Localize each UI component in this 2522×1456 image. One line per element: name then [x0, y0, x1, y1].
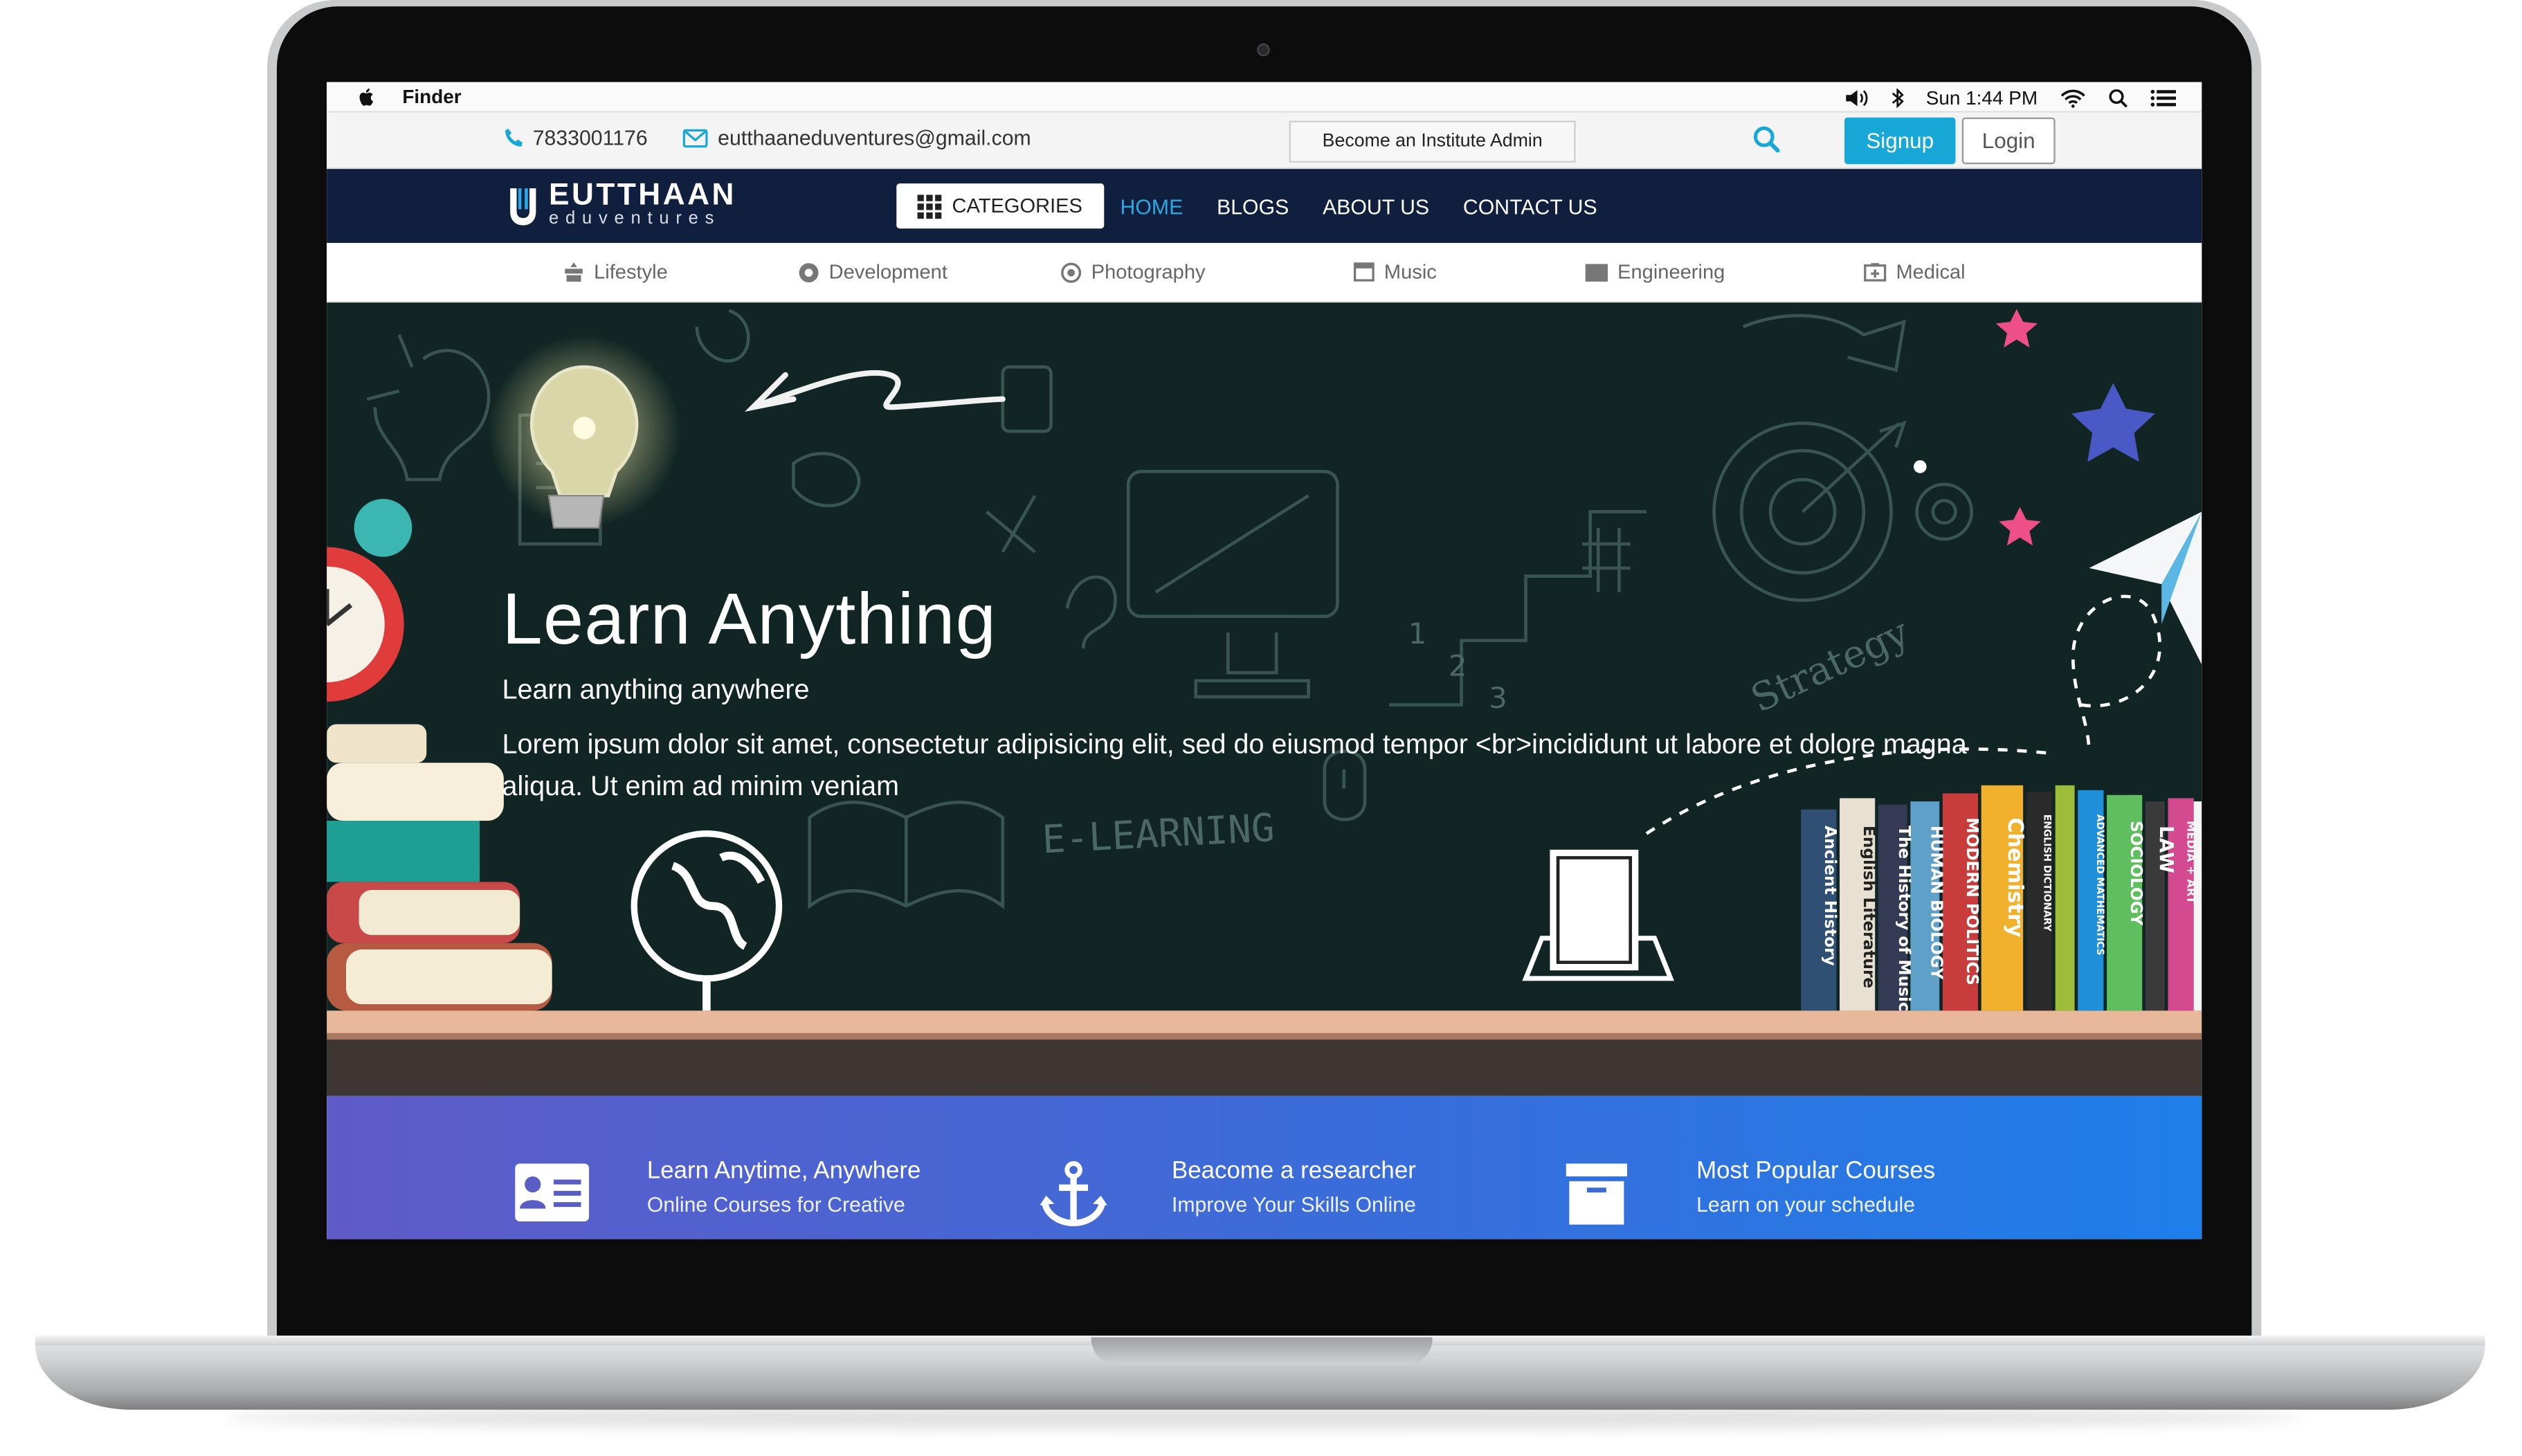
apple-icon[interactable]: [356, 86, 377, 107]
menubar-status-area: Sun 1:44 PM: [1844, 82, 2177, 113]
category-label: Music: [1384, 260, 1437, 284]
spine-advanced-mathematics: ADVANCED MATHEMATICS: [2094, 815, 2105, 956]
music-icon: [1353, 262, 1375, 282]
categories-label: CATEGORIES: [952, 194, 1082, 217]
chalk-step-1: 1: [1408, 617, 1427, 650]
hero-text-block: Learn Anything Learn anything anywhere: [502, 576, 997, 707]
feature-become-researcher: Beacome a researcher Improve Your Skills…: [1172, 1157, 1416, 1220]
logo-text: EUTTHAAN eduventures: [548, 179, 736, 229]
site-logo[interactable]: EUTTHAAN eduventures: [507, 179, 736, 229]
nav-about-us[interactable]: ABOUT US: [1323, 194, 1429, 218]
id-card-icon: [515, 1163, 590, 1222]
spine-history-of-music: The History of Music: [1895, 826, 1914, 1012]
chalk-step-2: 2: [1449, 649, 1467, 683]
laptop-notch: [1091, 1337, 1433, 1365]
laptop-shadow: [225, 1406, 2302, 1430]
category-development[interactable]: Development: [798, 260, 947, 284]
hero-description: Lorem ipsum dolor sit amet, consectetur …: [502, 729, 1967, 802]
main-navbar: EUTTHAAN eduventures CATEGORIES HOME BLO…: [327, 169, 2202, 244]
logo-mark-icon: [510, 187, 536, 225]
nav-links: HOME BLOGS ABOUT US CONTACT US: [1121, 169, 1597, 243]
spine-law: LAW: [2155, 826, 2178, 873]
spine-human-biology: HUMAN BIOLOGY: [1927, 826, 1946, 980]
development-icon: [799, 262, 819, 282]
feature-band: Learn Anytime, Anywhere Online Courses f…: [327, 1095, 2202, 1239]
nav-home[interactable]: HOME: [1121, 194, 1183, 218]
nav-blogs[interactable]: BLOGS: [1217, 194, 1289, 218]
feature-subtitle: Learn on your schedule: [1696, 1192, 1916, 1217]
phone-number: 7833001176: [532, 125, 648, 150]
spotlight-icon[interactable]: [2108, 88, 2128, 107]
medical-icon: [1864, 263, 1887, 282]
categories-button[interactable]: CATEGORIES: [896, 183, 1105, 229]
logo-name: EUTTHAAN: [548, 179, 736, 212]
nav-contact-us[interactable]: CONTACT US: [1463, 194, 1597, 218]
engineering-icon: [1585, 263, 1608, 281]
wifi-icon[interactable]: [2060, 88, 2086, 107]
become-admin-button[interactable]: Become an Institute Admin: [1289, 120, 1576, 163]
category-strip: Lifestyle Development Photography Music …: [327, 243, 2202, 303]
spine-ancient-history: Ancient History: [1821, 826, 1840, 966]
category-label: Lifestyle: [594, 260, 668, 284]
category-label: Photography: [1091, 260, 1206, 284]
feature-title: Most Popular Courses: [1696, 1157, 1936, 1185]
archive-box-icon: [1566, 1163, 1628, 1225]
category-photography[interactable]: Photography: [1061, 260, 1206, 284]
menu-list-icon[interactable]: [2150, 88, 2177, 107]
category-label: Medical: [1896, 260, 1966, 284]
search-icon[interactable]: [1752, 125, 1780, 153]
anchor-icon: [1040, 1161, 1107, 1227]
app-name[interactable]: Finder: [402, 85, 461, 108]
spine-english-dictionary: ENGLISH DICTIONARY: [2041, 815, 2052, 932]
category-engineering[interactable]: Engineering: [1585, 260, 1725, 284]
spine-modern-politics: MODERN POLITICS: [1963, 817, 1981, 985]
feature-title: Learn Anytime, Anywhere: [646, 1157, 921, 1185]
screen: Finder Sun 1:44 PM 7833001176 eutthaaned…: [327, 82, 2202, 1239]
camera-icon: [1257, 43, 1270, 57]
signup-button[interactable]: Signup: [1844, 117, 1956, 165]
lifestyle-icon: [565, 262, 583, 282]
volume-icon[interactable]: [1844, 88, 1868, 107]
phone-icon: [505, 128, 523, 147]
email-contact[interactable]: eutthaaneduventures@gmail.com: [682, 125, 1031, 149]
contact-bar: 7833001176 eutthaaneduventures@gmail.com…: [327, 112, 2202, 170]
menubar-clock[interactable]: Sun 1:44 PM: [1926, 86, 2038, 109]
bluetooth-icon[interactable]: [1891, 87, 1904, 107]
feature-subtitle: Improve Your Skills Online: [1171, 1192, 1416, 1217]
laptop-mockup: Finder Sun 1:44 PM 7833001176 eutthaaned…: [0, 0, 2522, 1456]
mail-icon: [682, 128, 708, 147]
phone-contact[interactable]: 7833001176: [504, 125, 648, 149]
category-medical[interactable]: Medical: [1864, 260, 1966, 284]
category-music[interactable]: Music: [1353, 260, 1437, 284]
chalk-step-3: 3: [1489, 681, 1507, 715]
hero-subtitle: Learn anything anywhere: [502, 674, 810, 705]
mac-menu-bar: Finder Sun 1:44 PM: [327, 82, 2202, 113]
feature-subtitle: Online Courses for Creative: [646, 1192, 905, 1217]
chalk-text-elearning: E-LEARNING: [1041, 806, 1276, 862]
hero-banner: E-LEARNING Strategy 1 2 3 Ancient Histor…: [327, 302, 2202, 1096]
spine-chemistry: Chemistry: [2003, 817, 2027, 937]
category-lifestyle[interactable]: Lifestyle: [563, 260, 668, 284]
email-address: eutthaaneduventures@gmail.com: [718, 125, 1031, 150]
hero-title: Learn Anything: [502, 577, 997, 660]
spine-sociology: SOCIOLOGY: [2127, 821, 2145, 926]
login-button[interactable]: Login: [1961, 117, 2056, 165]
feature-popular-courses: Most Popular Courses Learn on your sched…: [1696, 1157, 1935, 1220]
grid-icon: [918, 194, 943, 219]
spine-english-literature: English Literature: [1860, 826, 1878, 988]
feature-title: Beacome a researcher: [1171, 1157, 1416, 1185]
photography-icon: [1061, 262, 1082, 282]
spine-media-art: MEDIA + ART: [2184, 821, 2197, 904]
category-label: Development: [828, 260, 947, 284]
logo-subtitle: eduventures: [548, 209, 721, 229]
feature-learn-anytime: Learn Anytime, Anywhere Online Courses f…: [647, 1157, 921, 1220]
category-label: Engineering: [1617, 260, 1725, 284]
chalk-text-strategy: Strategy: [1744, 610, 1916, 722]
